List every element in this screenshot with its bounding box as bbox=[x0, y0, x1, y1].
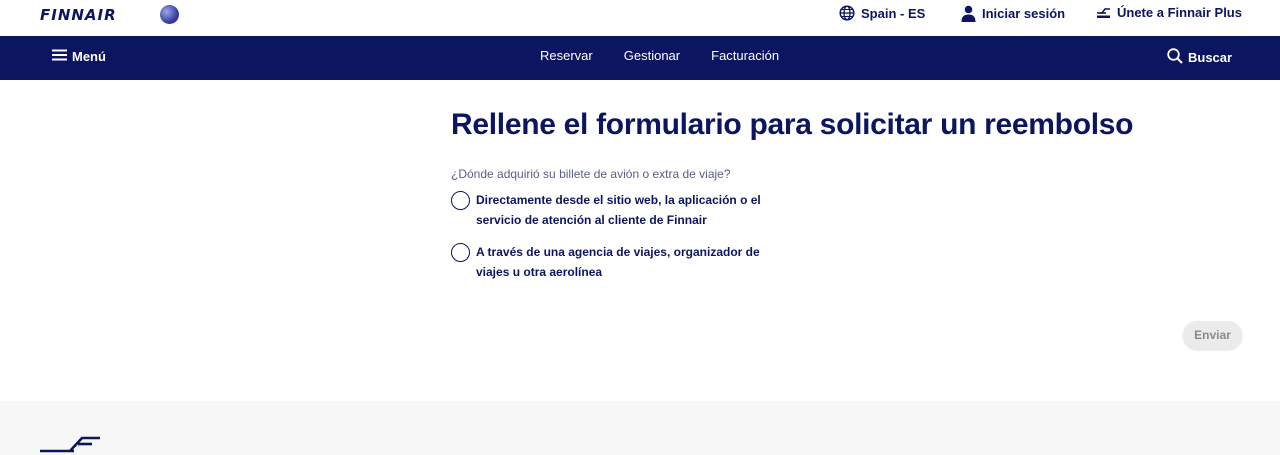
finnair-plus-label: Únete a Finnair Plus bbox=[1117, 5, 1242, 20]
nav-links: Reservar Gestionar Facturación bbox=[540, 48, 779, 63]
login-link[interactable]: Iniciar sesión bbox=[961, 5, 1065, 22]
page-title: Rellene el formulario para solicitar un … bbox=[451, 108, 1134, 141]
search-label: Buscar bbox=[1188, 50, 1233, 65]
language-label: Spain - ES bbox=[861, 5, 926, 21]
menu-button[interactable]: Menú bbox=[52, 49, 106, 64]
login-label: Iniciar sesión bbox=[982, 6, 1066, 21]
oneworld-logo bbox=[160, 5, 179, 24]
finnair-plus-link[interactable]: Únete a Finnair Plus bbox=[1096, 5, 1242, 20]
submit-button[interactable]: Enviar bbox=[1183, 321, 1242, 349]
option-label: A través de una agencia de viajes, organ… bbox=[476, 245, 760, 279]
top-utility-bar: FINNAIR Spain - ES Iniciar sesión Únete … bbox=[0, 0, 1280, 36]
option-finnair-direct[interactable]: Directamente desde el sitio web, la apli… bbox=[451, 190, 766, 230]
search-button[interactable]: Buscar bbox=[1167, 48, 1232, 67]
language-selector[interactable]: Spain - ES bbox=[839, 5, 925, 21]
option-label: Directamente desde el sitio web, la apli… bbox=[476, 193, 761, 227]
radio-button[interactable] bbox=[451, 243, 470, 262]
footer bbox=[0, 401, 1280, 455]
main-navigation: Menú Reservar Gestionar Facturación Busc… bbox=[0, 36, 1280, 80]
option-travel-agency[interactable]: A través de una agencia de viajes, organ… bbox=[451, 242, 766, 282]
hamburger-icon bbox=[52, 49, 67, 64]
search-icon bbox=[1167, 48, 1183, 67]
user-icon bbox=[961, 5, 976, 22]
nav-link-gestionar[interactable]: Gestionar bbox=[624, 48, 680, 63]
finnair-plus-icon bbox=[1096, 7, 1111, 19]
nav-link-facturacion[interactable]: Facturación bbox=[711, 48, 779, 63]
purchase-channel-question: ¿Dónde adquirió su billete de avión o ex… bbox=[451, 167, 731, 181]
globe-icon bbox=[839, 5, 855, 21]
menu-label: Menú bbox=[72, 49, 106, 64]
radio-button[interactable] bbox=[451, 191, 470, 210]
finnair-footer-logo bbox=[40, 435, 100, 455]
nav-link-reservar[interactable]: Reservar bbox=[540, 48, 593, 63]
finnair-logo[interactable]: FINNAIR bbox=[40, 6, 117, 24]
